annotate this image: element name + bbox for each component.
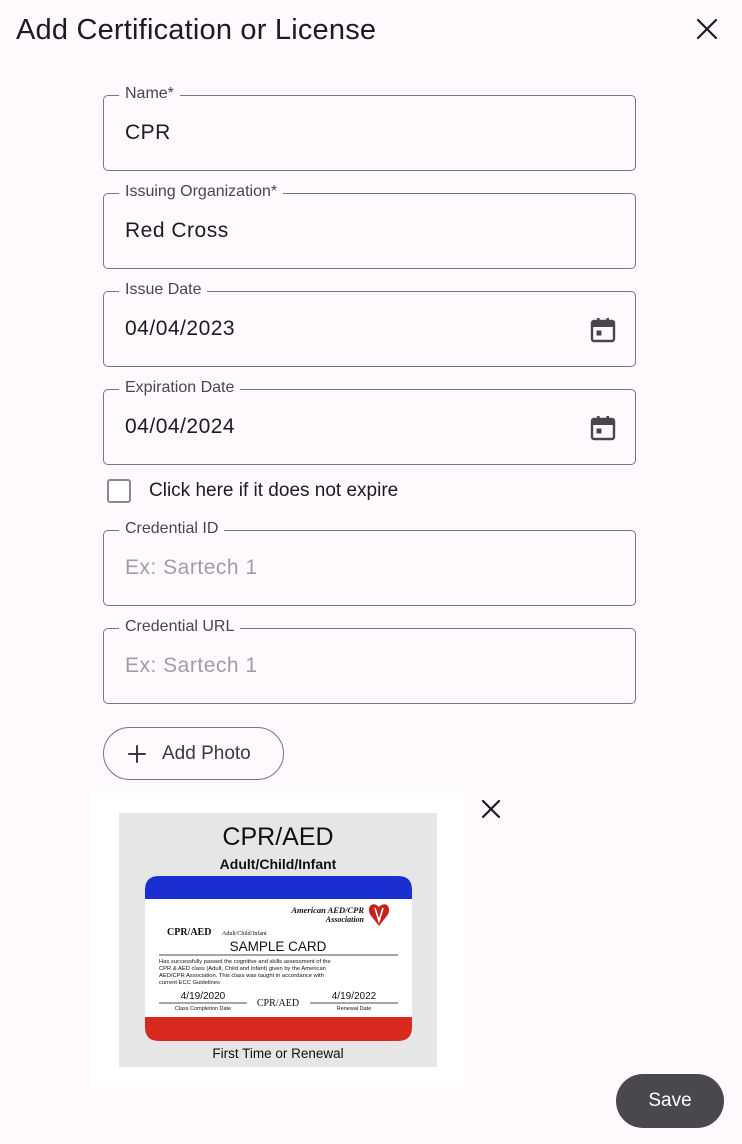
card-title-sub: Adult/Child/Infant [222, 930, 267, 937]
card-text-2: CPR & AED class (Adult, Child and Infant… [159, 966, 326, 972]
certification-card-image: CPR/AED Adult/Child/Infant American AED/… [119, 813, 437, 1067]
remove-photo-button[interactable] [478, 796, 504, 822]
name-field[interactable]: Name* CPR [103, 85, 636, 171]
card-text-1: Has successfully passed the cognitive an… [159, 959, 331, 965]
card-name: SAMPLE CARD [230, 939, 327, 954]
card-completion-label: Class Completion Date [175, 1006, 231, 1012]
card-text-4: current ECC Guidelines [159, 980, 220, 986]
credential-id-placeholder[interactable]: Ex: Sartech 1 [125, 556, 258, 580]
no-expire-checkbox[interactable] [107, 479, 131, 503]
expiration-date-label: Expiration Date [119, 379, 241, 397]
card-center-label: CPR/AED [257, 998, 299, 1009]
card-text-3: AED/CPR Association. This class was taug… [159, 973, 324, 979]
expiration-date-field[interactable]: Expiration Date 04/04/2024 [103, 379, 636, 465]
card-title-main: CPR/AED [167, 927, 211, 938]
close-icon [696, 18, 718, 40]
expiration-date-value[interactable]: 04/04/2024 [125, 415, 235, 439]
issuing-organization-field[interactable]: Issuing Organization* Red Cross [103, 183, 636, 269]
no-expire-row: Click here if it does not expire [107, 479, 398, 503]
save-button[interactable]: Save [616, 1074, 724, 1128]
dialog-title: Add Certification or License [16, 14, 377, 46]
credential-url-field[interactable]: Credential URL Ex: Sartech 1 [103, 618, 636, 704]
credential-url-label: Credential URL [119, 618, 241, 636]
close-button[interactable] [692, 14, 722, 44]
credential-id-label: Credential ID [119, 520, 225, 538]
add-photo-label: Add Photo [162, 742, 251, 764]
calendar-icon[interactable] [589, 414, 617, 442]
issue-date-label: Issue Date [119, 281, 208, 299]
name-field-value[interactable]: CPR [125, 121, 171, 145]
card-org-line2: Association [325, 915, 365, 924]
issuing-organization-value[interactable]: Red Cross [125, 219, 229, 243]
credential-url-placeholder[interactable]: Ex: Sartech 1 [125, 654, 258, 678]
plus-icon [128, 744, 146, 763]
close-icon [481, 799, 501, 819]
card-org-line1: American AED/CPR [290, 905, 364, 915]
issuing-organization-label: Issuing Organization* [119, 183, 284, 201]
card-renewal-date: 4/19/2022 [332, 991, 377, 1002]
no-expire-label[interactable]: Click here if it does not expire [149, 480, 398, 502]
photo-footer: First Time or Renewal [212, 1046, 343, 1061]
add-photo-button[interactable]: Add Photo [103, 727, 284, 780]
credential-id-field[interactable]: Credential ID Ex: Sartech 1 [103, 520, 636, 606]
card-completion-date: 4/19/2020 [181, 991, 226, 1002]
photo-subheading: Adult/Child/Infant [220, 856, 337, 872]
issue-date-field[interactable]: Issue Date 04/04/2023 [103, 281, 636, 367]
calendar-icon[interactable] [589, 316, 617, 344]
photo-heading: CPR/AED [222, 823, 333, 851]
card-renewal-label: Renewal Date [337, 1006, 372, 1012]
issue-date-value[interactable]: 04/04/2023 [125, 317, 235, 341]
name-field-label: Name* [119, 85, 180, 103]
photo-preview: CPR/AED Adult/Child/Infant American AED/… [91, 793, 464, 1087]
